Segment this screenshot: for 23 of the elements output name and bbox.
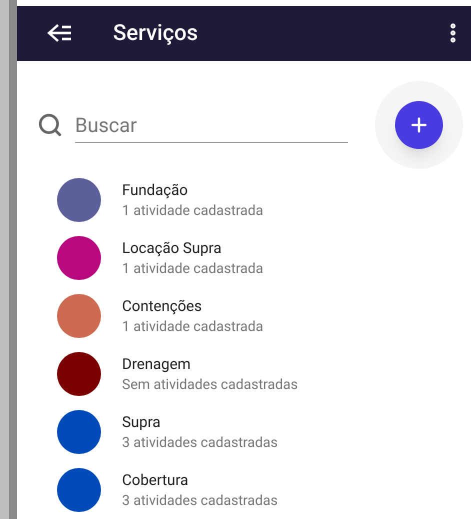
service-name: Cobertura bbox=[122, 470, 190, 491]
service-item[interactable]: Supra 3 atividades cadastradas bbox=[17, 403, 471, 461]
service-item[interactable]: Locação Supra 1 atividade cadastrada bbox=[17, 229, 471, 287]
service-name: Drenagem bbox=[122, 354, 192, 375]
service-subtitle: 1 atividade cadastrada bbox=[122, 260, 264, 279]
service-subtitle: 3 atividades cadastradas bbox=[122, 492, 278, 511]
service-item[interactable]: Cobertura 3 atividades cadastradas bbox=[17, 461, 471, 519]
service-subtitle: 3 atividades cadastradas bbox=[122, 434, 278, 453]
service-item[interactable]: Contenções 1 atividade cadastrada bbox=[17, 287, 471, 345]
service-name: Supra bbox=[122, 412, 162, 433]
service-name: Locação Supra bbox=[122, 238, 222, 259]
service-name: Fundação bbox=[122, 180, 189, 201]
service-item[interactable]: Fundação 1 atividade cadastrada bbox=[17, 171, 471, 229]
service-name: Contenções bbox=[122, 296, 203, 317]
search-field[interactable]: Buscar bbox=[75, 107, 348, 143]
search-icon bbox=[37, 112, 63, 138]
add-button[interactable] bbox=[395, 101, 443, 149]
service-subtitle: Sem atividades cadastradas bbox=[122, 376, 298, 395]
back-menu-icon[interactable] bbox=[47, 23, 73, 44]
service-subtitle: 1 atividade cadastrada bbox=[122, 202, 264, 221]
screen-title: Serviços bbox=[113, 20, 198, 48]
service-subtitle: 1 atividade cadastrada bbox=[122, 318, 264, 337]
service-item[interactable]: Drenagem Sem atividades cadastradas bbox=[17, 345, 471, 403]
